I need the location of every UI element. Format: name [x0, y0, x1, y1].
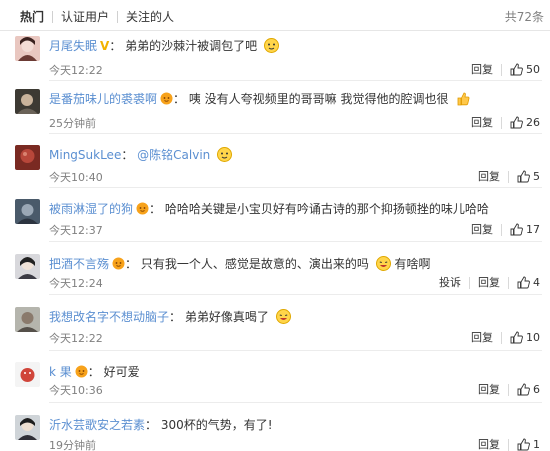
thumbs-up-icon [510, 116, 523, 129]
tab-following[interactable]: 关注的人 [126, 10, 174, 24]
comment-time: 19分钟前 [49, 439, 96, 451]
thumbs-up-icon [510, 331, 523, 344]
comment-time: 今天12:37 [49, 224, 103, 237]
member-crown-icon [75, 365, 88, 378]
reply-button[interactable]: 回复 [478, 438, 500, 451]
comment-item: MingSukLee： @陈铭Calvin 今天10:40 回复 5 [0, 145, 550, 190]
laughing-face-emoji-icon [375, 256, 391, 271]
comment-text: 只有我一个人、感觉是故意的、演出来的吗 [140, 257, 369, 271]
comment-time: 今天12:22 [49, 332, 103, 345]
comment-time: 今天10:40 [49, 171, 103, 184]
like-count: 26 [526, 116, 540, 129]
thumbs-up-icon [517, 383, 530, 396]
like-count: 17 [526, 223, 540, 236]
comment-divider [49, 402, 542, 403]
comment-text: 哈哈哈关键是小宝贝好有吟诵古诗的那个抑扬顿挫的味儿哈哈 [164, 202, 489, 216]
comment-time: 今天12:24 [49, 277, 103, 290]
comment-text: 弟弟好像真喝了 [184, 310, 269, 324]
comment-username[interactable]: 被雨淋湿了的狗 [49, 202, 133, 216]
mention-link[interactable]: @陈铭Calvin [137, 148, 210, 162]
tab-divider [117, 11, 119, 23]
laughing-face-emoji-icon [275, 309, 291, 324]
verified-v-icon: V [100, 39, 110, 53]
comment-username[interactable]: 是番茄味儿的裘裘啊 [49, 92, 157, 106]
comment-divider [49, 187, 542, 188]
comment-text: 好可爱 [103, 365, 140, 379]
comment-item: 我想改名字不想动脑子： 弟弟好像真喝了 今天12:22 回复 10 [0, 307, 550, 352]
comment-username[interactable]: 把酒不言殇 [49, 257, 109, 271]
comment-divider [49, 241, 542, 242]
reply-button[interactable]: 回复 [471, 116, 493, 129]
comment-username[interactable]: k 果 [49, 365, 72, 379]
comment-item: 是番茄味儿的裘裘啊： 咦 没有人夸视频里的哥哥嘛 我觉得他的腔调也很 25分钟前… [0, 89, 550, 134]
comment-divider [49, 133, 542, 134]
report-button[interactable]: 投诉 [439, 276, 461, 289]
comment-divider [49, 350, 542, 351]
avatar[interactable] [15, 36, 40, 61]
like-button[interactable]: 50 [510, 63, 540, 76]
avatar[interactable] [15, 89, 40, 114]
like-count: 10 [526, 331, 540, 344]
comment-text-suffix: 有啥啊 [394, 257, 431, 271]
comment-text: 咦 没有人夸视频里的哥哥嘛 我觉得他的腔调也很 [188, 92, 449, 106]
comment-total-count: 共72条 [504, 10, 544, 24]
like-button[interactable]: 10 [510, 331, 540, 344]
comment-item: 沂水芸歌安之若素： 300杯的气势，有了! 19分钟前 回复 1 [0, 415, 550, 451]
avatar[interactable] [15, 307, 40, 332]
avatar[interactable] [15, 415, 40, 440]
comment-item: k 果： 好可爱 今天10:36 回复 6 [0, 362, 550, 407]
comment-filter-bar: 热门 认证用户 关注的人 共72条 [0, 0, 550, 31]
reply-button[interactable]: 回复 [471, 223, 493, 236]
avatar[interactable] [15, 145, 40, 170]
comment-item: 月尾失眠 V： 弟弟的沙棘汁被调包了吧 今天12:22 回复 50 [0, 36, 550, 81]
avatar[interactable] [15, 362, 40, 387]
reply-button[interactable]: 回复 [478, 383, 500, 396]
shy-face-emoji-icon [217, 147, 233, 162]
avatar[interactable] [15, 254, 40, 279]
comment-tabs: 热门 认证用户 关注的人 [20, 10, 174, 24]
comment-username[interactable]: MingSukLee [49, 148, 121, 162]
like-button[interactable]: 17 [510, 223, 540, 236]
thumbs-up-icon [510, 223, 523, 236]
comment-text: 300杯的气势，有了! [160, 418, 273, 432]
tab-divider [52, 11, 54, 23]
like-button[interactable]: 6 [517, 383, 540, 396]
like-button[interactable]: 5 [517, 170, 540, 183]
reply-button[interactable]: 回复 [471, 63, 493, 76]
thumbs-up-icon [510, 63, 523, 76]
comment-text: 弟弟的沙棘汁被调包了吧 [125, 39, 258, 53]
like-button[interactable]: 4 [517, 276, 540, 289]
shy-face-emoji-icon [264, 38, 279, 53]
like-count: 4 [533, 276, 540, 289]
comment-item: 被雨淋湿了的狗： 哈哈哈关键是小宝贝好有吟诵古诗的那个抑扬顿挫的味儿哈哈 今天1… [0, 199, 550, 244]
member-crown-icon [136, 202, 149, 215]
reply-button[interactable]: 回复 [478, 170, 500, 183]
tab-verified-users[interactable]: 认证用户 [61, 10, 109, 24]
like-count: 1 [533, 438, 540, 451]
comment-username[interactable]: 我想改名字不想动脑子 [49, 310, 169, 324]
comment-divider [49, 80, 542, 81]
member-crown-icon [112, 257, 125, 270]
thumbs-up-icon [517, 276, 530, 289]
comment-divider [49, 294, 542, 295]
comment-item: 把酒不言殇： 只有我一个人、感觉是故意的、演出来的吗 有啥啊 今天12:24 投… [0, 254, 550, 299]
like-button[interactable]: 26 [510, 116, 540, 129]
like-count: 6 [533, 383, 540, 396]
comment-username[interactable]: 沂水芸歌安之若素 [49, 418, 145, 432]
comment-time: 今天12:22 [49, 64, 103, 77]
comment-time: 今天10:36 [49, 384, 103, 397]
like-button[interactable]: 1 [517, 438, 540, 451]
thumbs-up-emoji-icon [455, 91, 470, 106]
avatar[interactable] [15, 199, 40, 224]
reply-button[interactable]: 回复 [471, 331, 493, 344]
comment-username[interactable]: 月尾失眠 [49, 39, 97, 53]
tab-hot[interactable]: 热门 [20, 10, 44, 24]
member-crown-icon [160, 92, 173, 105]
comment-time: 25分钟前 [49, 117, 96, 130]
thumbs-up-icon [517, 438, 530, 451]
like-count: 5 [533, 170, 540, 183]
reply-button[interactable]: 回复 [478, 276, 500, 289]
like-count: 50 [526, 63, 540, 76]
thumbs-up-icon [517, 170, 530, 183]
